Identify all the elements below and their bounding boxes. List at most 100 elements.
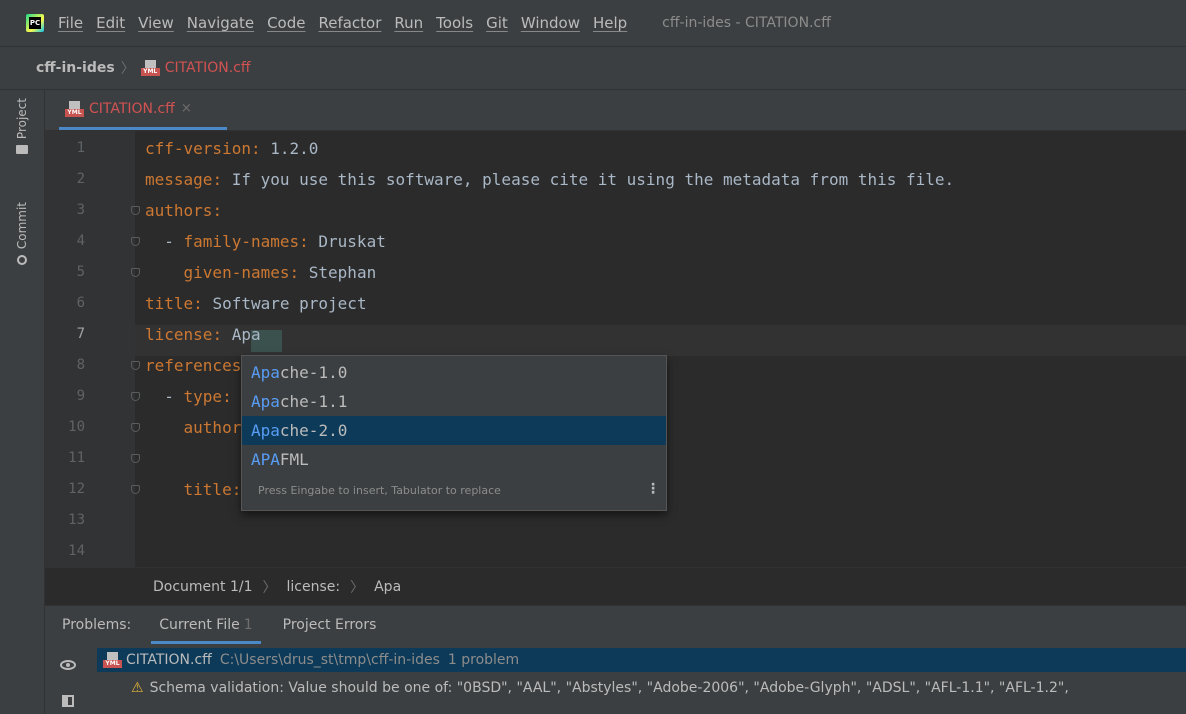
preview-panel-icon[interactable]: [62, 695, 74, 707]
commit-icon: [17, 255, 27, 266]
yaml-value: Druskat: [308, 232, 386, 251]
yaml-key: type: [183, 387, 223, 406]
folder-icon: [16, 145, 28, 155]
yml-file-icon: YML: [140, 60, 160, 76]
code-line[interactable]: 4 - family-names: Druskat: [45, 226, 1186, 257]
breadcrumb-separator: 〉: [350, 580, 365, 596]
tab-current-file-label: Current File: [159, 617, 240, 633]
yml-file-icon: YML: [103, 652, 122, 668]
yaml-value: Apa: [222, 325, 261, 344]
problem-file-path: C:\Users\drus_st\tmp\cff-in-ides: [219, 652, 440, 668]
completion-popup[interactable]: Apache-1.0 Apache-1.1 Apache-2.0 APAFML …: [241, 355, 667, 511]
menu-edit[interactable]: Edit: [96, 14, 125, 32]
menu-help[interactable]: Help: [593, 14, 627, 32]
code-text: authors:: [145, 201, 223, 220]
menu-tools[interactable]: Tools: [436, 14, 473, 32]
editor-tab-strip: YML CITATION.cff ×: [45, 90, 1186, 131]
problem-file-row[interactable]: YML CITATION.cff C:\Users\drus_st\tmp\cf…: [97, 648, 1186, 672]
code-text: - family-names: Druskat: [145, 232, 386, 251]
line-number: 4: [76, 233, 85, 249]
menu-code[interactable]: Code: [267, 14, 305, 32]
fold-marker-icon[interactable]: [131, 237, 140, 246]
line-number: 11: [68, 450, 85, 466]
code-text: given-names: Stephan: [183, 263, 377, 282]
breadcrumb-document[interactable]: Document 1/1: [153, 579, 253, 595]
line-number: 9: [76, 388, 85, 404]
fold-marker-icon[interactable]: [131, 485, 140, 494]
menu-navigate[interactable]: Navigate: [187, 14, 254, 32]
code-text: title:: [183, 480, 242, 499]
yaml-value: Software project: [202, 294, 367, 313]
problems-title: Problems:: [62, 617, 132, 633]
code-line[interactable]: 1 cff-version: 1.2.0: [45, 133, 1186, 164]
problems-panel-header: Problems: Current File 1 Project Errors: [45, 605, 1186, 644]
code-line[interactable]: 3 authors:: [45, 195, 1186, 226]
yaml-key: authors: [145, 201, 213, 220]
line-number: 1: [76, 140, 85, 156]
more-options-icon[interactable]: ⋮: [646, 481, 660, 497]
close-tab-icon[interactable]: ×: [181, 101, 192, 116]
yaml-value: Stephan: [299, 263, 377, 282]
line-number: 13: [68, 512, 85, 528]
editor-breadcrumbs: Document 1/1 〉 license: 〉 Apa: [45, 567, 1186, 606]
completion-item-selected[interactable]: Apache-2.0: [242, 416, 666, 445]
code-line[interactable]: 7 license: Apa: [45, 319, 1186, 350]
problems-side-toolbar: [45, 644, 91, 714]
project-tool-tab[interactable]: Project: [0, 98, 44, 155]
yaml-key: message: [145, 170, 213, 189]
yaml-value: 1.2.0: [260, 139, 319, 158]
eye-icon[interactable]: [60, 660, 76, 670]
completion-item[interactable]: Apache-1.1: [242, 387, 666, 416]
problem-message-row[interactable]: ⚠ Schema validation: Value should be one…: [97, 676, 1186, 700]
fold-marker-icon[interactable]: [131, 454, 140, 463]
completion-item[interactable]: Apache-1.0: [242, 358, 666, 387]
yaml-key: license: [145, 325, 213, 344]
fold-marker-icon[interactable]: [131, 206, 140, 215]
menu-git[interactable]: Git: [486, 14, 508, 32]
code-line[interactable]: 14: [45, 536, 1186, 567]
logo-text: PC: [29, 17, 41, 29]
warning-icon: ⚠: [131, 680, 144, 696]
breadcrumb-key[interactable]: license:: [287, 579, 341, 595]
navigation-bar: cff-in-ides 〉 YML CITATION.cff: [0, 47, 1186, 90]
yaml-key: family-names: [183, 232, 300, 251]
menu-file[interactable]: File: [58, 14, 83, 32]
code-line[interactable]: 5 given-names: Stephan: [45, 257, 1186, 288]
left-tool-stripe: Project Commit: [0, 90, 45, 714]
tab-current-file[interactable]: Current File 1: [151, 606, 262, 644]
code-text: references:: [145, 350, 251, 381]
menu-view[interactable]: View: [138, 14, 174, 32]
project-tool-label: Project: [15, 98, 29, 140]
breadcrumb-value[interactable]: Apa: [374, 579, 401, 595]
breadcrumb-file[interactable]: CITATION.cff: [165, 60, 251, 76]
completion-item[interactable]: APAFML: [242, 445, 666, 474]
code-line[interactable]: 6 title: Software project: [45, 288, 1186, 319]
editor-tab-label: CITATION.cff: [89, 100, 175, 117]
fold-marker-icon[interactable]: [131, 423, 140, 432]
line-number: 8: [76, 357, 85, 373]
breadcrumb-project[interactable]: cff-in-ides: [36, 60, 115, 76]
breadcrumb-separator: 〉: [262, 580, 277, 596]
menu-run[interactable]: Run: [394, 14, 423, 32]
line-number: 12: [68, 481, 85, 497]
code-line[interactable]: 2 message: If you use this software, plea…: [45, 164, 1186, 195]
fold-marker-icon[interactable]: [131, 392, 140, 401]
fold-marker-icon[interactable]: [131, 361, 140, 370]
yaml-key: title: [145, 294, 194, 313]
line-number: 2: [76, 171, 85, 187]
menu-refactor[interactable]: Refactor: [318, 14, 381, 32]
window-title: cff-in-ides - CITATION.cff: [662, 15, 831, 31]
tab-project-errors[interactable]: Project Errors: [283, 617, 377, 633]
menu-window[interactable]: Window: [521, 14, 580, 32]
line-number: 6: [76, 295, 85, 311]
tab-current-file-count: 1: [243, 617, 253, 633]
yaml-key: given-names: [183, 263, 290, 282]
line-number: 3: [76, 202, 85, 218]
yaml-key: references: [145, 356, 242, 375]
fold-marker-icon[interactable]: [131, 268, 140, 277]
line-number: 14: [68, 543, 85, 559]
commit-tool-tab[interactable]: Commit: [0, 202, 44, 266]
editor-tab-citation[interactable]: YML CITATION.cff ×: [59, 90, 227, 130]
line-number: 10: [68, 419, 85, 435]
problem-count: 1 problem: [447, 652, 520, 668]
